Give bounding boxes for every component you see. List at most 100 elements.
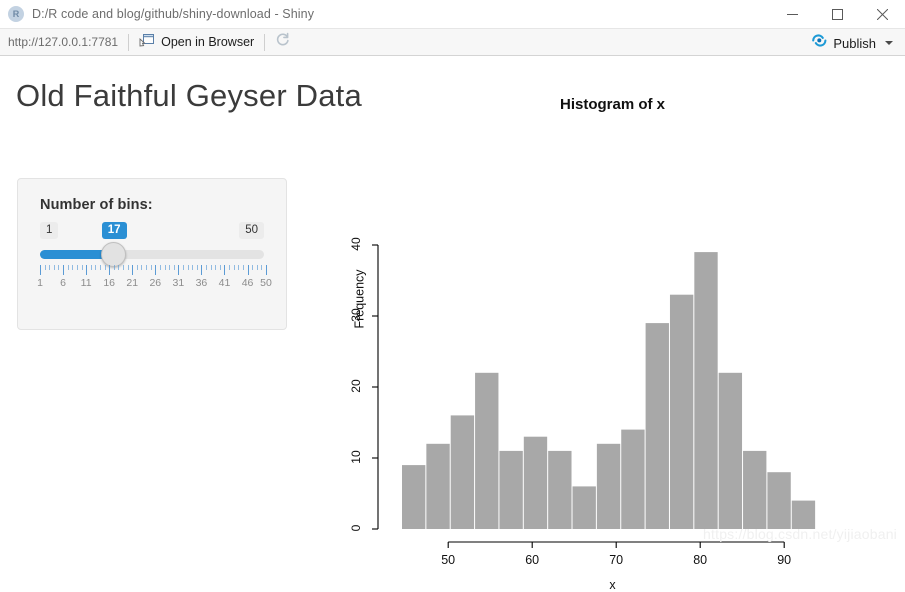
slider-min-label: 1	[40, 222, 59, 239]
slider-tick-minor	[233, 265, 235, 270]
slider-tick-minor	[256, 265, 258, 270]
histogram-bar	[475, 372, 499, 529]
slider-tick-minor	[76, 265, 78, 270]
y-tick-label: 20	[349, 379, 363, 393]
slider-tick-major	[178, 265, 180, 275]
histogram-bar	[718, 372, 743, 529]
slider-tick-minor	[169, 265, 171, 270]
x-tick-label: 60	[525, 553, 540, 567]
slider-handle[interactable]	[101, 242, 127, 267]
histogram-bar	[767, 472, 791, 529]
maximize-icon[interactable]	[815, 0, 860, 28]
histogram-bar	[621, 429, 645, 529]
slider-tick-minor	[44, 265, 46, 270]
histogram-bar	[426, 443, 450, 529]
slider-ticks	[40, 265, 267, 276]
slider-tick-minor	[127, 265, 129, 270]
slider-label: Number of bins:	[40, 197, 153, 213]
slider-tick-minor	[210, 265, 212, 270]
refresh-button[interactable]	[265, 31, 300, 53]
slider-tick-minor	[53, 265, 55, 270]
publish-button[interactable]: Publish	[805, 29, 899, 57]
shiny-app-body: Old Faithful Geyser Data Number of bins:…	[0, 56, 905, 592]
publish-label: Publish	[833, 35, 876, 51]
y-tick-label: 40	[349, 237, 363, 251]
url-display[interactable]: http://127.0.0.1:7781	[0, 35, 128, 49]
slider-tick-label: 46	[241, 277, 254, 289]
slider-tick-minor	[67, 265, 69, 270]
bars-group	[402, 252, 816, 529]
histogram-bar	[450, 415, 475, 529]
slider-max-label: 50	[239, 222, 264, 239]
slider-tick-minor	[164, 265, 166, 270]
slider-tick-label: 6	[60, 277, 66, 289]
x-axis-label: x	[609, 578, 616, 592]
slider-tick-minor	[196, 265, 198, 270]
slider-tick-major	[201, 265, 203, 275]
slider-tick-label: 41	[218, 277, 231, 289]
slider-tick-label: 21	[126, 277, 139, 289]
slider-tick-label: 31	[172, 277, 185, 289]
close-icon[interactable]	[860, 0, 905, 28]
slider-tick-labels: 1 6 11 16 21 26 31 36 41 46 50	[37, 277, 272, 291]
slider-tick-minor	[58, 265, 60, 270]
histogram-bar	[743, 450, 767, 529]
histogram-bar	[402, 465, 426, 529]
slider-tick-major	[132, 265, 134, 275]
slider-tick-minor	[182, 265, 184, 270]
x-tick-label: 80	[693, 553, 708, 567]
slider-tick-major	[247, 265, 249, 275]
slider-tick-minor	[123, 265, 125, 270]
open-in-browser-button[interactable]: Open in Browser	[129, 31, 264, 53]
slider-tick-label: 50	[260, 277, 272, 289]
slider-tick-minor	[99, 265, 101, 270]
open-in-browser-icon	[139, 33, 155, 52]
slider-tick-major	[155, 265, 157, 275]
slider-tick-minor	[136, 265, 138, 270]
slider-tick-label: 11	[80, 277, 92, 289]
slider-tick-major	[224, 265, 226, 275]
sidebar-panel: Number of bins: 1 17 50 1 6 11 16 21 26 31 36 41…	[17, 178, 287, 330]
window-title-bar: R D:/R code and blog/github/shiny-downlo…	[0, 0, 905, 28]
slider-tick-minor	[238, 265, 240, 270]
minimize-icon[interactable]	[770, 0, 815, 28]
slider-tick-minor	[150, 265, 152, 270]
y-tick-label: 10	[349, 450, 363, 464]
publish-icon	[811, 33, 828, 53]
slider-tick-minor	[118, 265, 120, 270]
window-title: D:/R code and blog/github/shiny-download…	[32, 7, 315, 21]
slider-tick-minor	[146, 265, 148, 270]
histogram-bar	[596, 443, 621, 529]
slider-tick-label: 36	[195, 277, 208, 289]
slider-tick-minor	[104, 265, 106, 270]
y-axis	[372, 244, 379, 530]
slider-tick-minor	[113, 265, 115, 270]
x-axis	[447, 541, 785, 548]
slider-tick-minor	[215, 265, 217, 270]
chart-canvas	[372, 244, 816, 548]
y-tick-label: 30	[349, 308, 363, 322]
x-tick-label: 90	[777, 553, 792, 567]
slider-tick-minor	[242, 265, 244, 270]
slider-tick-minor	[95, 265, 97, 270]
histogram-bar	[548, 450, 572, 529]
slider-tick-minor	[72, 265, 74, 270]
r-logo-icon: R	[8, 6, 24, 22]
bins-slider[interactable]: 1 17 50 1 6 11 16 21 26 31 36 41 46 50	[37, 222, 272, 308]
slider-tick-major	[266, 265, 267, 275]
chevron-down-icon[interactable]	[885, 41, 893, 45]
slider-tick-minor	[192, 265, 194, 270]
histogram-bar	[523, 436, 548, 529]
app-toolbar: http://127.0.0.1:7781 Open in Browser Pu…	[0, 28, 905, 56]
slider-track-wrap[interactable]	[40, 242, 264, 267]
slider-tick-minor	[49, 265, 51, 270]
slider-tick-minor	[252, 265, 254, 270]
slider-tick-major	[40, 265, 41, 275]
histogram-bar	[669, 294, 694, 529]
slider-tick-minor	[187, 265, 189, 270]
slider-tick-minor	[206, 265, 208, 270]
slider-current-value: 17	[101, 222, 127, 239]
slider-value-row: 1 17 50	[40, 222, 264, 241]
slider-tick-label: 16	[103, 277, 116, 289]
slider-tick-major	[109, 265, 111, 275]
